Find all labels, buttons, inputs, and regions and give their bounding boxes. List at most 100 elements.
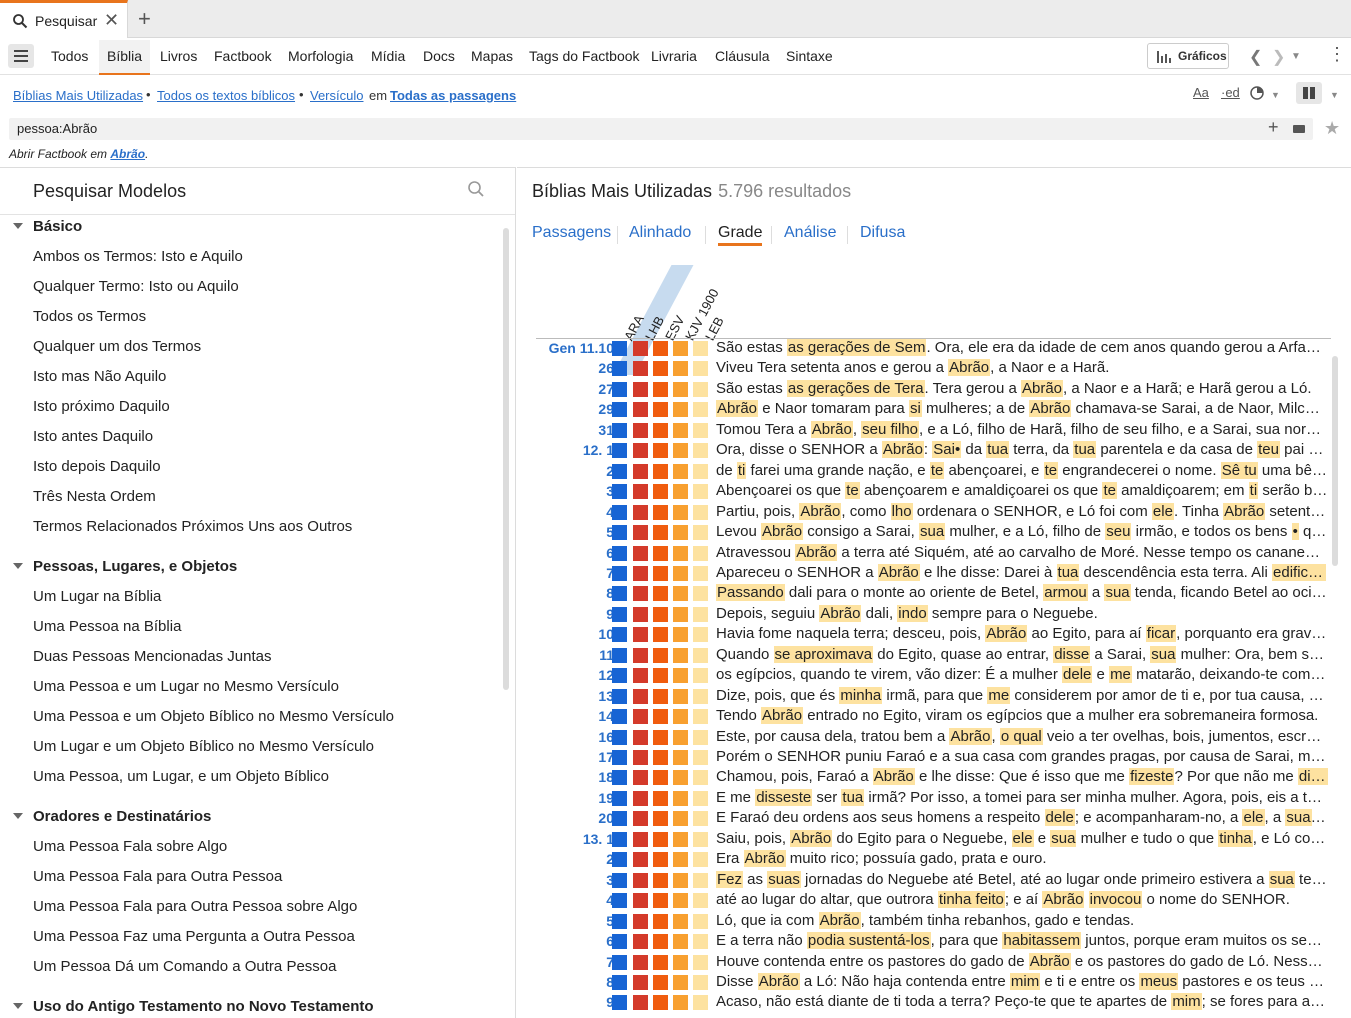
hit-cell-ara[interactable] bbox=[612, 525, 627, 541]
hit-cell-esv[interactable] bbox=[653, 974, 668, 990]
table-row[interactable]: 5 Levou Abrão consigo a Sarai, sua mulher… bbox=[517, 522, 1351, 542]
hit-cell-kjv-1900[interactable] bbox=[673, 954, 688, 970]
template-item[interactable]: Um Pessoa Dá um Comando a Outra Pessoa bbox=[33, 958, 336, 975]
template-group[interactable]: Oradores e Destinatários bbox=[13, 808, 211, 825]
chevron-down-icon[interactable]: ▼ bbox=[1330, 90, 1339, 100]
hit-cell-leb[interactable] bbox=[693, 422, 708, 438]
template-item[interactable]: Uma Pessoa e um Lugar no Mesmo Versículo bbox=[33, 678, 339, 695]
hit-cell-lhb[interactable] bbox=[633, 647, 648, 663]
hit-cell-ara[interactable] bbox=[612, 934, 627, 950]
table-row[interactable]: 12. 1 Ora, disse o SENHOR a Abrão: Sai• d… bbox=[517, 440, 1351, 460]
hit-cell-leb[interactable] bbox=[693, 361, 708, 377]
table-row[interactable]: 4 Partiu, pois, Abrão, como lho ordenara … bbox=[517, 502, 1351, 522]
chevron-down-icon[interactable]: ▼ bbox=[1271, 90, 1280, 100]
graficos-button[interactable]: Gráficos bbox=[1147, 43, 1229, 69]
hit-cell-kjv-1900[interactable] bbox=[673, 606, 688, 622]
link-todas-passagens[interactable]: Todas as passagens bbox=[390, 88, 516, 103]
hit-cell-kjv-1900[interactable] bbox=[673, 872, 688, 888]
hit-cell-ara[interactable] bbox=[612, 790, 627, 806]
link-todos-textos[interactable]: Todos os textos bíblicos bbox=[157, 88, 295, 103]
add-icon[interactable]: + bbox=[1268, 117, 1279, 138]
hit-cell-lhb[interactable] bbox=[633, 811, 648, 827]
hit-cell-esv[interactable] bbox=[653, 341, 668, 356]
table-row[interactable]: 7 Houve contenda entre os pastores do gad… bbox=[517, 952, 1351, 972]
table-row[interactable]: 19 E me disseste ser tua irmã? Por isso, … bbox=[517, 788, 1351, 808]
hit-cell-esv[interactable] bbox=[653, 954, 668, 970]
hit-cell-leb[interactable] bbox=[693, 627, 708, 643]
hit-cell-lhb[interactable] bbox=[633, 586, 648, 602]
template-item[interactable]: Uma Pessoa Fala para Outra Pessoa bbox=[33, 868, 282, 885]
hit-cell-kjv-1900[interactable] bbox=[673, 811, 688, 827]
table-row[interactable]: 14 Tendo Abrão entrado no Egito, viram os… bbox=[517, 706, 1351, 726]
hit-cell-esv[interactable] bbox=[653, 872, 668, 888]
hit-cell-lhb[interactable] bbox=[633, 341, 648, 356]
table-row[interactable]: 3 Abençoarei os que te abençoarem e amald… bbox=[517, 481, 1351, 501]
table-row[interactable]: 12 os egípcios, quando te virem, vão dize… bbox=[517, 665, 1351, 685]
nav-tags-factbook[interactable]: Tags do Factbook bbox=[529, 48, 640, 64]
hit-cell-ara[interactable] bbox=[612, 341, 627, 356]
hit-cell-ara[interactable] bbox=[612, 831, 627, 847]
hit-cell-lhb[interactable] bbox=[633, 504, 648, 520]
hit-cell-leb[interactable] bbox=[693, 463, 708, 479]
hit-cell-lhb[interactable] bbox=[633, 463, 648, 479]
hit-cell-leb[interactable] bbox=[693, 811, 708, 827]
tab-grade[interactable]: Grade bbox=[718, 224, 763, 246]
hit-cell-esv[interactable] bbox=[653, 811, 668, 827]
hit-cell-ara[interactable] bbox=[612, 443, 627, 459]
nav-sintaxe[interactable]: Sintaxe bbox=[786, 48, 833, 64]
hit-cell-kjv-1900[interactable] bbox=[673, 668, 688, 684]
hit-cell-ara[interactable] bbox=[612, 709, 627, 725]
template-item[interactable]: Uma Pessoa Fala para Outra Pessoa sobre … bbox=[33, 898, 357, 915]
hit-cell-leb[interactable] bbox=[693, 606, 708, 622]
hit-cell-leb[interactable] bbox=[693, 668, 708, 684]
hit-cell-esv[interactable] bbox=[653, 709, 668, 725]
nav-docs[interactable]: Docs bbox=[423, 48, 455, 64]
table-row[interactable]: 6 Atravessou Abrão a terra até Siquém, at… bbox=[517, 543, 1351, 563]
hit-cell-leb[interactable] bbox=[693, 647, 708, 663]
hit-cell-kjv-1900[interactable] bbox=[673, 402, 688, 418]
visual-filter-icon[interactable] bbox=[1250, 86, 1264, 100]
hit-cell-kjv-1900[interactable] bbox=[673, 627, 688, 643]
table-row[interactable]: 8 Passando dali para o monte ao oriente d… bbox=[517, 583, 1351, 603]
hit-cell-kjv-1900[interactable] bbox=[673, 545, 688, 561]
template-group[interactable]: Uso do Antigo Testamento no Novo Testame… bbox=[13, 998, 374, 1015]
hit-cell-ara[interactable] bbox=[612, 811, 627, 827]
hit-cell-kjv-1900[interactable] bbox=[673, 525, 688, 541]
hit-cell-kjv-1900[interactable] bbox=[673, 934, 688, 950]
hit-cell-leb[interactable] bbox=[693, 688, 708, 704]
table-row[interactable]: 2 de ti farei uma grande nação, e te aben… bbox=[517, 461, 1351, 481]
hit-cell-lhb[interactable] bbox=[633, 852, 648, 868]
factbook-link[interactable]: Abrão bbox=[110, 147, 145, 161]
scrollbar[interactable] bbox=[503, 228, 509, 690]
hit-cell-esv[interactable] bbox=[653, 729, 668, 745]
hit-cell-lhb[interactable] bbox=[633, 525, 648, 541]
hit-cell-leb[interactable] bbox=[693, 913, 708, 929]
hit-cell-kjv-1900[interactable] bbox=[673, 484, 688, 500]
tab-pesquisar[interactable]: Pesquisar ✕ bbox=[0, 0, 128, 39]
collapse-triangle-icon[interactable] bbox=[13, 223, 23, 229]
hit-cell-ara[interactable] bbox=[612, 484, 627, 500]
hit-cell-ara[interactable] bbox=[612, 504, 627, 520]
hit-cell-kjv-1900[interactable] bbox=[673, 974, 688, 990]
template-item[interactable]: Isto depois Daquilo bbox=[33, 458, 161, 475]
hit-cell-esv[interactable] bbox=[653, 831, 668, 847]
hit-cell-leb[interactable] bbox=[693, 790, 708, 806]
hit-cell-lhb[interactable] bbox=[633, 484, 648, 500]
table-row[interactable]: 6E a terra não podia sustentá-los, para … bbox=[517, 931, 1351, 951]
hit-cell-leb[interactable] bbox=[693, 709, 708, 725]
template-item[interactable]: Ambos os Termos: Isto e Aquilo bbox=[33, 248, 243, 265]
hit-cell-lhb[interactable] bbox=[633, 361, 648, 377]
hit-cell-leb[interactable] bbox=[693, 504, 708, 520]
hit-cell-leb[interactable] bbox=[693, 770, 708, 786]
hit-cell-ara[interactable] bbox=[612, 872, 627, 888]
hit-cell-kjv-1900[interactable] bbox=[673, 504, 688, 520]
hit-cell-esv[interactable] bbox=[653, 381, 668, 397]
hit-cell-lhb[interactable] bbox=[633, 770, 648, 786]
hit-cell-esv[interactable] bbox=[653, 627, 668, 643]
hit-cell-lhb[interactable] bbox=[633, 709, 648, 725]
hit-cell-lhb[interactable] bbox=[633, 750, 648, 765]
hit-cell-leb[interactable] bbox=[693, 852, 708, 868]
hit-cell-esv[interactable] bbox=[653, 443, 668, 459]
hit-cell-lhb[interactable] bbox=[633, 381, 648, 397]
hit-cell-esv[interactable] bbox=[653, 402, 668, 418]
